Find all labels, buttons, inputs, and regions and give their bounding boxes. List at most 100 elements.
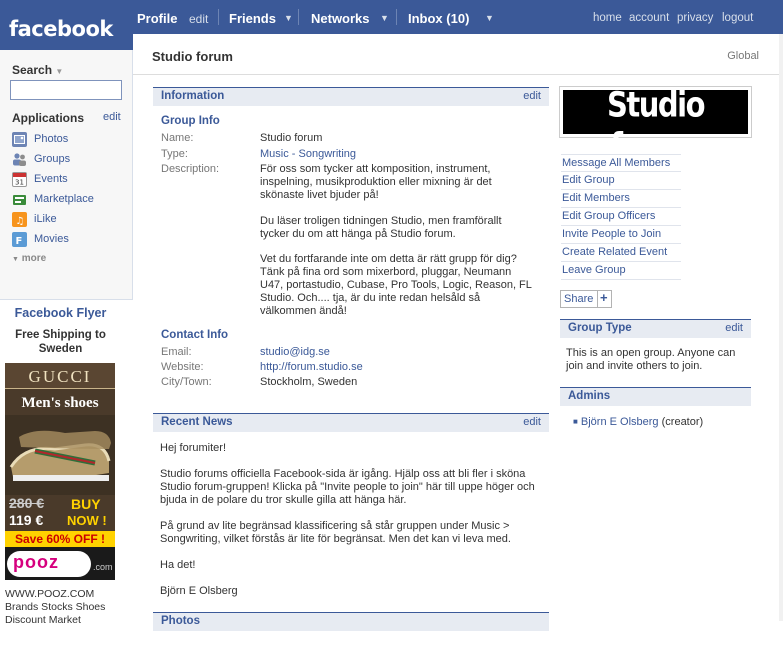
share-label: Share (564, 293, 594, 305)
nav-account[interactable]: account (629, 12, 669, 24)
left-sidebar: Search ▼ Applications edit Photos Groups… (0, 50, 133, 671)
networks-dropdown-icon[interactable]: ▼ (380, 13, 389, 23)
share-plus-icon: + (600, 290, 608, 305)
admin-name-link[interactable]: Björn E Olsberg (581, 416, 659, 428)
information-edit-link[interactable]: edit (523, 90, 541, 102)
ad-now: NOW ! (67, 513, 107, 528)
sidebar-item-label: iLike (34, 213, 57, 225)
email-label: Email: (161, 346, 192, 358)
city-value: Stockholm, Sweden (260, 376, 358, 388)
nav-inbox[interactable]: Inbox (10) (408, 11, 469, 26)
inbox-dropdown-icon[interactable]: ▼ (485, 13, 494, 23)
shoe-image (5, 415, 115, 495)
name-value: Studio forum (260, 132, 323, 144)
action-edit-members[interactable]: Edit Members (561, 190, 681, 208)
type-music-link[interactable]: Music (260, 148, 289, 160)
svg-text:F: F (16, 236, 23, 247)
action-edit-group[interactable]: Edit Group (561, 172, 681, 190)
svg-text:31: 31 (15, 179, 24, 187)
more-applications-link[interactable]: ▼ more (12, 253, 46, 264)
events-icon: 31 (12, 172, 27, 187)
search-label: Search ▼ (12, 63, 64, 77)
information-section-header: Information edit (153, 87, 549, 106)
nav-separator (396, 9, 397, 25)
action-edit-group-officers[interactable]: Edit Group Officers (561, 208, 681, 226)
group-info-title: Group Info (161, 115, 220, 127)
news-greeting: Hej forumiter! (160, 442, 227, 454)
sidebar-item-label: Marketplace (34, 193, 94, 205)
ad-old-price: 280 € (9, 495, 45, 511)
facebook-logo[interactable]: facebook (0, 0, 133, 50)
recent-news-section-header: Recent News edit (153, 413, 549, 432)
ad-save-banner: Save 60% OFF ! (5, 531, 115, 547)
group-picture[interactable]: Studio forum (559, 84, 752, 166)
information-title: Information (161, 90, 225, 102)
ad-product: Men's shoes (21, 395, 99, 411)
action-message-all-members[interactable]: Message All Members (561, 154, 681, 172)
description-p2: Du läser troligen tidningen Studio, men … (260, 215, 502, 240)
page-header: Studio forum Global (133, 34, 783, 75)
name-label: Name: (161, 132, 194, 144)
nav-networks[interactable]: Networks (311, 11, 370, 26)
group-type-title: Group Type (568, 322, 632, 334)
photos-icon (12, 132, 27, 147)
search-dropdown-icon[interactable]: ▼ (55, 67, 63, 76)
photos-section-header: Photos (153, 612, 549, 631)
action-leave-group[interactable]: Leave Group (561, 262, 681, 280)
website-link[interactable]: http://forum.studio.se (260, 361, 363, 374)
main-content: Studio forum Global Information edit Gro… (133, 34, 783, 631)
action-create-related-event[interactable]: Create Related Event (561, 244, 681, 262)
news-paragraph: Studio forums officiella Facebook-sida ä… (160, 468, 535, 506)
share-button[interactable]: Share + (560, 290, 612, 308)
description-p1: För oss som tycker att komposition, inst… (260, 163, 492, 201)
flyer-ad-image[interactable]: GUCCI Men's shoes 280 € 119 € BUY NOW ! (5, 363, 115, 531)
contact-info-title: Contact Info (161, 329, 229, 341)
ilike-icon: ♫ (12, 212, 27, 227)
flyer-ad-text: WWW.POOZ.COM Brands Stocks Shoes Discoun… (5, 588, 105, 627)
flyer-subtitle: Free Shipping to Sweden (15, 329, 106, 355)
description-p3: Vet du fortfarande inte om detta är rätt… (260, 253, 532, 317)
sidebar-item-label: Events (34, 173, 68, 185)
recent-news-edit-link[interactable]: edit (523, 416, 541, 428)
description-label: Description: (161, 163, 220, 175)
groups-icon (12, 152, 27, 167)
ad-line: Brands Stocks Shoes (5, 601, 106, 613)
page-right-edge (779, 34, 783, 621)
pooz-domain: .com (93, 562, 113, 572)
group-type-text: This is an open group. Anyone can join a… (566, 347, 736, 372)
action-invite-people[interactable]: Invite People to Join (561, 226, 681, 244)
marketplace-icon (12, 192, 27, 207)
admins-title: Admins (568, 390, 611, 402)
type-value: Music - Songwriting (260, 148, 356, 160)
pooz-logo: pooz (7, 551, 91, 577)
facebook-flyer-ad[interactable]: Facebook Flyer Free Shipping to Sweden GU… (0, 299, 133, 671)
website-label: Website: (161, 361, 204, 373)
group-type-section-header: Group Type edit (560, 319, 751, 338)
svg-text:♫: ♫ (16, 216, 25, 227)
nav-home[interactable]: home (593, 12, 622, 24)
ad-buy: BUY (71, 496, 101, 512)
flyer-ad-bottom[interactable]: Save 60% OFF ! pooz .com (5, 531, 115, 580)
ad-new-price: 119 € (9, 512, 44, 528)
search-input[interactable] (10, 80, 122, 100)
nav-profile-edit[interactable]: edit (189, 12, 208, 26)
nav-logout[interactable]: logout (722, 12, 753, 24)
admins-section-header: Admins (560, 387, 751, 406)
email-link[interactable]: studio@idg.se (260, 346, 330, 359)
friends-dropdown-icon[interactable]: ▼ (284, 13, 293, 23)
news-signoff: Ha det! (160, 559, 196, 571)
movies-icon: F (12, 232, 27, 247)
group-type-edit-link[interactable]: edit (725, 322, 743, 334)
ad-brand: GUCCI (28, 367, 92, 386)
admin-list-item: ■ Björn E Olsberg (creator) (573, 416, 703, 429)
nav-profile[interactable]: Profile (137, 11, 177, 26)
nav-friends[interactable]: Friends (229, 11, 276, 26)
nav-separator (218, 9, 219, 25)
page-title: Studio forum (152, 49, 233, 64)
nav-separator (298, 9, 299, 25)
type-songwriting-link[interactable]: Songwriting (299, 148, 356, 160)
applications-title: Applications (12, 111, 85, 125)
nav-privacy[interactable]: privacy (677, 12, 713, 24)
type-label: Type: (161, 148, 188, 160)
applications-edit-link[interactable]: edit (103, 111, 121, 123)
